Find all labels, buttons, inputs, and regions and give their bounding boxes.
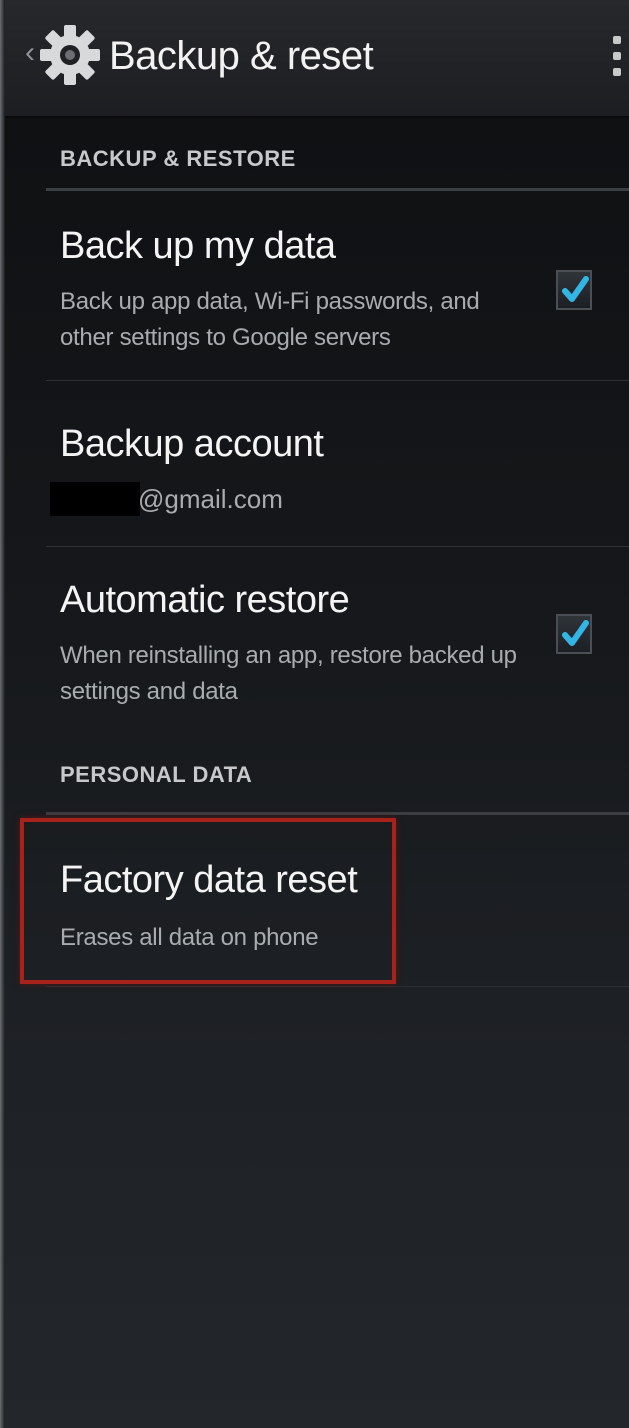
divider xyxy=(46,986,629,987)
setting-title: Automatic restore xyxy=(60,579,350,621)
setting-summary: Back up app data, Wi-Fi passwords, and o… xyxy=(60,288,480,351)
check-icon xyxy=(562,620,589,646)
setting-summary: When reinstalling an app, restore backed… xyxy=(60,642,517,705)
divider xyxy=(46,546,629,547)
divider xyxy=(46,380,629,381)
overflow-menu-icon[interactable] xyxy=(609,28,625,84)
setting-title: Back up my data xyxy=(60,225,336,267)
automatic-restore-checkbox[interactable] xyxy=(556,614,592,654)
section-header-personal-data: PERSONAL DATA xyxy=(60,762,253,787)
redacted-email-block xyxy=(50,482,140,516)
setting-summary: @gmail.com xyxy=(138,484,283,514)
settings-screen: ‹ Backup & reset BACKUP & RESTORE Back u… xyxy=(0,0,629,1428)
action-bar: ‹ Backup & reset xyxy=(5,0,629,118)
setting-automatic-restore[interactable]: Automatic restore When reinstalling an a… xyxy=(46,548,629,728)
check-icon xyxy=(562,276,589,302)
highlight-annotation-box xyxy=(20,818,396,984)
window-edge xyxy=(0,0,5,1428)
back-up-my-data-checkbox[interactable] xyxy=(556,270,592,310)
chevron-left-icon[interactable]: ‹ xyxy=(25,38,35,68)
section-divider xyxy=(46,188,629,191)
section-divider xyxy=(46,812,629,815)
setting-back-up-my-data[interactable]: Back up my data Back up app data, Wi-Fi … xyxy=(46,206,629,378)
section-header-backup-restore: BACKUP & RESTORE xyxy=(60,146,296,171)
page-title: Backup & reset xyxy=(109,34,374,78)
setting-title: Backup account xyxy=(60,423,324,465)
gear-icon[interactable] xyxy=(39,24,101,86)
setting-backup-account[interactable]: Backup account @gmail.com xyxy=(46,382,629,544)
